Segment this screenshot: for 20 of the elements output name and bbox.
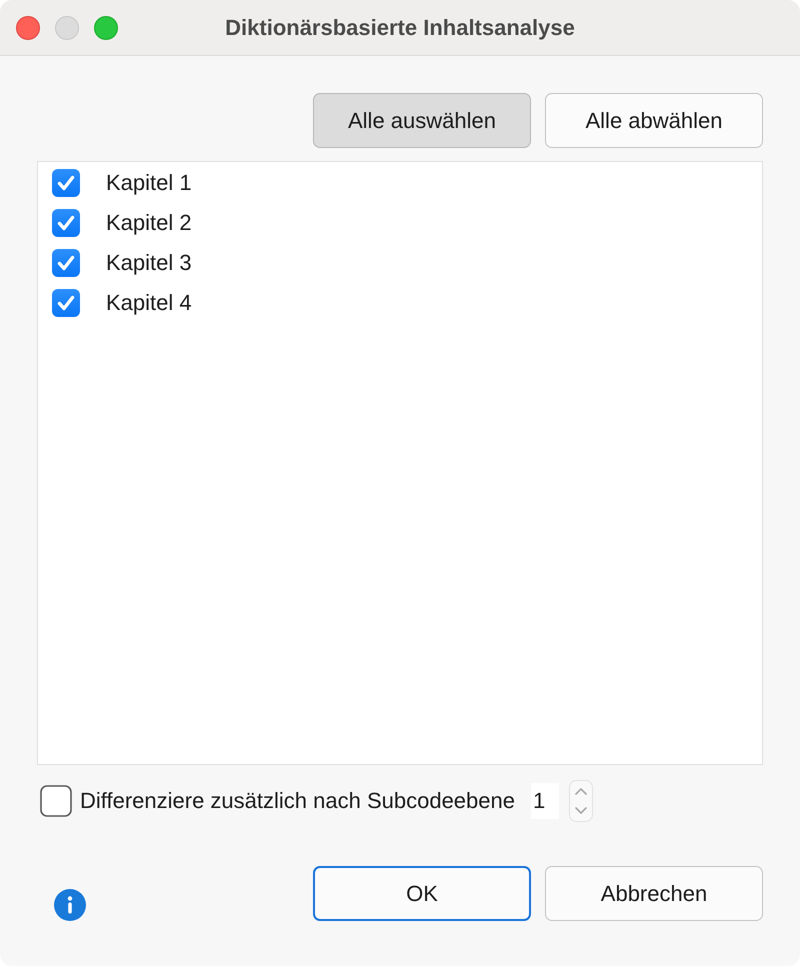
list-item-label[interactable]: Kapitel 3 <box>106 250 192 276</box>
select-all-button[interactable]: Alle auswählen <box>313 93 531 148</box>
checkbox[interactable] <box>52 289 80 317</box>
info-icon[interactable] <box>54 889 86 921</box>
window-title: Diktionärsbasierte Inhaltsanalyse <box>225 14 575 40</box>
zoom-button[interactable] <box>94 16 118 40</box>
list-item-label[interactable]: Kapitel 4 <box>106 290 192 316</box>
close-button[interactable] <box>16 16 40 40</box>
list-item-label[interactable]: Kapitel 1 <box>106 170 192 196</box>
cancel-button[interactable]: Abbrechen <box>545 866 763 921</box>
ok-button[interactable]: OK <box>313 866 531 921</box>
checkbox[interactable] <box>52 169 80 197</box>
checkbox-label[interactable]: Differenziere zusätzlich nach Subcodeebene <box>80 788 515 814</box>
level-field[interactable]: 1 <box>530 783 559 819</box>
list-item-label[interactable]: Kapitel 2 <box>106 210 192 236</box>
checkbox[interactable] <box>52 209 80 237</box>
stepper-icon[interactable] <box>568 780 593 822</box>
deselect-all-button[interactable]: Alle abwählen <box>545 93 763 148</box>
checkbox[interactable] <box>40 785 72 817</box>
checkbox[interactable] <box>52 249 80 277</box>
